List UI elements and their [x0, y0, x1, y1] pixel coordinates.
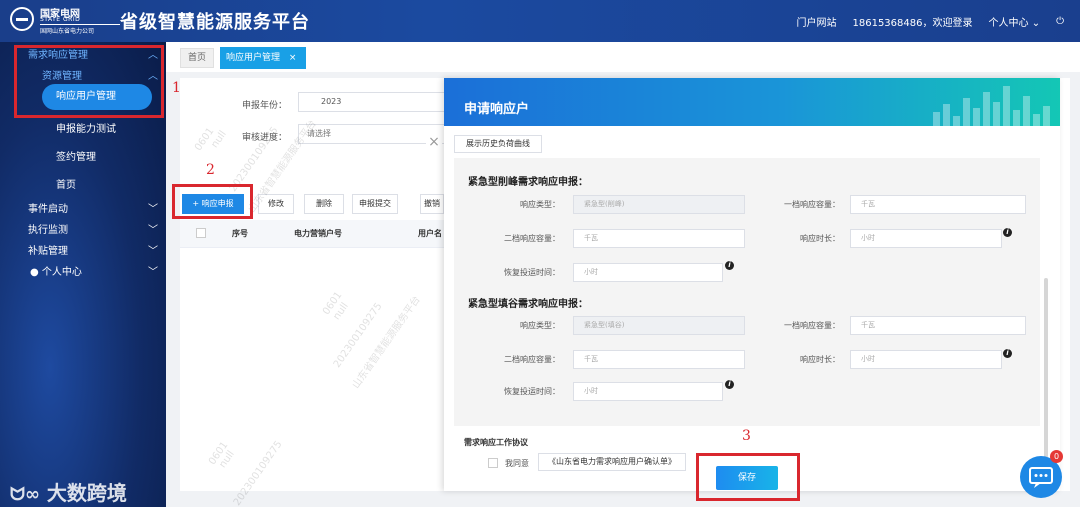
- state-grid-logo: 国家电网 STATE GRID 国网山东省电力公司: [10, 5, 120, 37]
- sidebar-item-label: 个人中心: [41, 267, 82, 278]
- peak-section-title: 紧急型削峰需求响应申报：: [468, 177, 588, 188]
- valley-level2-input[interactable]: 千瓦: [573, 350, 745, 369]
- submit-button[interactable]: 申报提交: [352, 194, 398, 214]
- modal-header: 申请响应户: [444, 78, 1060, 126]
- brand-watermark-text: 大数跨境: [46, 481, 127, 505]
- info-icon[interactable]: i: [1003, 349, 1012, 358]
- peak-level2-input[interactable]: 千瓦: [573, 229, 745, 248]
- peak-type-field: 紧急型(削峰): [573, 195, 745, 214]
- bar-graphic-icon: [933, 86, 1050, 126]
- portal-link[interactable]: 门户网站: [797, 14, 837, 29]
- peak-level2-label: 二档响应容量：: [504, 234, 560, 243]
- annotation-box-3: [696, 453, 800, 501]
- table-header: 序号 电力营销户号 用户名: [180, 220, 450, 248]
- valley-recover-input[interactable]: 小时: [573, 382, 723, 401]
- brand-icon: ᗢ∞: [10, 484, 40, 505]
- sidebar-item-capability-test[interactable]: 申报能力测试: [56, 120, 116, 135]
- close-icon[interactable]: ×: [289, 53, 297, 63]
- delete-button[interactable]: 删除: [304, 194, 344, 214]
- sidebar-item-contract[interactable]: 签约管理: [56, 148, 96, 163]
- chevron-down-icon: ﹀: [148, 246, 158, 257]
- valley-type-label: 响应类型：: [520, 321, 560, 330]
- tab-bar: 首页 响应用户管理 ×: [166, 42, 1080, 72]
- sidebar-item-home[interactable]: 首页: [56, 176, 76, 191]
- valley-section-title: 紧急型填谷需求响应申报：: [468, 299, 588, 310]
- valley-recover-label: 恢复投运时间：: [504, 387, 560, 396]
- agree-checkbox[interactable]: [488, 458, 498, 468]
- chevron-down-icon: ﹀: [148, 267, 158, 278]
- peak-level1-input[interactable]: 千瓦: [850, 195, 1026, 214]
- modal-form-area: 紧急型削峰需求响应申报： 响应类型： 紧急型(削峰) 一档响应容量： 千瓦 二档…: [454, 158, 1040, 426]
- withdraw-button[interactable]: 撤销: [420, 194, 444, 214]
- annotation-number-3: 3: [742, 428, 751, 444]
- peak-type-label: 响应类型：: [520, 200, 560, 209]
- logo-sub: 国网山东省电力公司: [40, 28, 95, 35]
- valley-type-field: 紧急型(填谷): [573, 316, 745, 335]
- valley-duration-label: 响应时长：: [800, 355, 840, 364]
- agreement-title: 需求响应工作协议: [464, 438, 528, 447]
- agree-label: 我同意: [505, 459, 529, 468]
- modal-scrollbar[interactable]: [1044, 278, 1048, 458]
- year-label: 申报年份：: [242, 101, 288, 111]
- state-grid-emblem-icon: [10, 7, 34, 31]
- tab-label: 响应用户管理: [226, 53, 281, 63]
- peak-recover-input[interactable]: 小时: [573, 263, 723, 282]
- peak-level1-label: 一档响应容量：: [784, 200, 840, 209]
- modal-title: 申请响应户: [464, 102, 530, 117]
- peak-recover-label: 恢复投运时间：: [504, 268, 560, 277]
- th-index: 序号: [232, 229, 248, 238]
- sidebar-item-subsidy[interactable]: 补贴管理 ﹀: [28, 242, 158, 257]
- tab-response-user[interactable]: 响应用户管理 ×: [220, 47, 306, 69]
- valley-level2-label: 二档响应容量：: [504, 355, 560, 364]
- th-account: 电力营销户号: [294, 229, 342, 238]
- welcome-text: 18615368486，欢迎登录: [852, 18, 973, 29]
- brand-watermark: ᗢ∞ 大数跨境: [10, 477, 127, 506]
- valley-level1-label: 一档响应容量：: [784, 321, 840, 330]
- power-icon[interactable]: ⏻: [1056, 16, 1064, 27]
- tab-home[interactable]: 首页: [180, 48, 214, 68]
- sidebar-item-label: 补贴管理: [28, 246, 68, 257]
- valley-duration-input[interactable]: 小时: [850, 350, 1002, 369]
- header-right: 门户网站 18615368486，欢迎登录 个人中心 ⌄ ⏻: [797, 14, 1065, 29]
- valley-level1-input[interactable]: 千瓦: [850, 316, 1026, 335]
- close-icon[interactable]: ×: [426, 128, 442, 156]
- sidebar-item-monitor[interactable]: 执行监测 ﹀: [28, 221, 158, 236]
- annotation-number-2: 2: [206, 162, 215, 178]
- select-all-checkbox[interactable]: [196, 228, 206, 238]
- chevron-down-icon: ﹀: [148, 225, 158, 236]
- annotation-number-1: 1: [172, 80, 181, 96]
- peak-duration-label: 响应时长：: [800, 234, 840, 243]
- info-icon[interactable]: i: [725, 261, 734, 270]
- personal-center-label: 个人中心: [988, 18, 1029, 29]
- history-curve-button[interactable]: 展示历史负荷曲线: [454, 135, 542, 153]
- chevron-down-icon: ﹀: [148, 204, 158, 215]
- logo-en: STATE GRID: [40, 16, 81, 23]
- sidebar-item-label: 事件启动: [28, 204, 68, 215]
- chevron-down-icon: ⌄: [1031, 18, 1041, 29]
- peak-duration-input[interactable]: 小时: [850, 229, 1002, 248]
- user-icon: ●: [30, 267, 39, 278]
- agreement-doc-link[interactable]: 《山东省电力需求响应用户确认单》: [538, 453, 686, 471]
- info-icon[interactable]: i: [725, 380, 734, 389]
- sidebar-item-label: 执行监测: [28, 225, 68, 236]
- chat-badge: 0: [1050, 450, 1063, 463]
- watermark-text: 202300109275: [231, 439, 285, 507]
- year-select[interactable]: 2023: [298, 92, 448, 112]
- sidebar-item-personal[interactable]: ● 个人中心 ﹀: [30, 263, 158, 278]
- annotation-box-1: [14, 45, 164, 118]
- annotation-box-2: [172, 184, 253, 219]
- top-header: 国家电网 STATE GRID 国网山东省电力公司 省级智慧能源服务平台 门户网…: [0, 0, 1080, 42]
- app-title: 省级智慧能源服务平台: [120, 12, 310, 33]
- logo-divider: [40, 24, 120, 25]
- th-username: 用户名: [418, 229, 442, 238]
- sidebar-item-event[interactable]: 事件启动 ﹀: [28, 200, 158, 215]
- apply-user-modal: 申请响应户 展示历史负荷曲线 紧急型削峰需求响应申报： 响应类型： 紧急型(削峰…: [444, 78, 1060, 491]
- personal-center-menu[interactable]: 个人中心 ⌄: [989, 14, 1041, 29]
- info-icon[interactable]: i: [1003, 228, 1012, 237]
